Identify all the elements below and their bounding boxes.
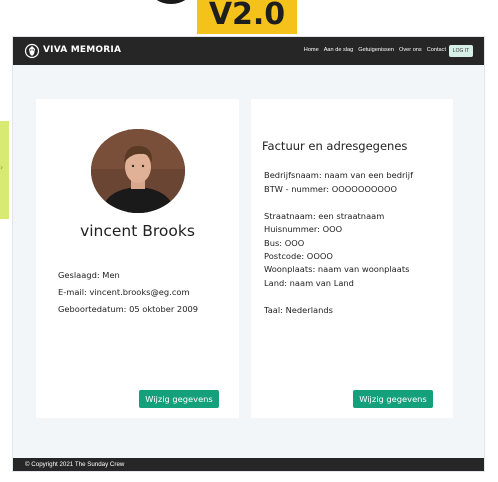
city-field: Woonplaats: naam van woonplaats	[264, 264, 410, 274]
brand-name[interactable]: VIVA MEMORIA	[43, 45, 121, 55]
lion-logo-icon	[24, 43, 40, 59]
profile-card: vincent Brooks Geslaagd: Men E-mail: vin…	[36, 99, 239, 418]
email-field: E-mail: vincent.brooks@eg.com	[58, 287, 190, 297]
navbar: VIVA MEMORIA Home Aan de slag Getuigenis…	[13, 37, 484, 65]
nav-link-home[interactable]: Home	[304, 47, 319, 53]
edit-profile-button[interactable]: Wijzig gegevens	[139, 390, 219, 408]
nav-link-aan-de-slag[interactable]: Aan de slag	[324, 47, 354, 53]
copyright-text: © Copyright 2021 The Sunday Crew	[25, 461, 125, 468]
avatar	[91, 129, 185, 213]
postcode-field: Postcode: OOOO	[264, 251, 333, 261]
language-field: Taal: Nederlands	[264, 305, 333, 315]
logout-button[interactable]: LOG IT	[449, 45, 473, 57]
nav-link-getuigenissen[interactable]: Getuigenissen	[358, 47, 394, 53]
nav-links: Home Aan de slag Getuigenissen Over ons …	[304, 47, 446, 53]
nav-link-contact[interactable]: Contact	[427, 47, 446, 53]
vat-field: BTW - nummer: OOOOOOOOOO	[264, 184, 398, 194]
street-field: Straatnaam: een straatnaam	[264, 211, 385, 221]
app-window: VIVA MEMORIA Home Aan de slag Getuigenis…	[12, 36, 485, 472]
footer: © Copyright 2021 The Sunday Crew	[13, 458, 484, 471]
bus-field: Bus: OOO	[264, 238, 305, 248]
billing-title: Factuur en adresgegenes	[262, 139, 408, 153]
gender-field: Geslaagd: Men	[58, 270, 120, 280]
birthdate-field: Geboortedatum: 05 oktober 2009	[58, 304, 199, 314]
company-field: Bedrijfsnaam: naam van een bedrijf	[264, 170, 413, 180]
country-field: Land: naam van Land	[264, 278, 354, 288]
profile-name: vincent Brooks	[80, 222, 195, 240]
house-number-field: Huisnummer: OOO	[264, 224, 343, 234]
decorative-circle	[150, 0, 192, 4]
nav-link-over-ons[interactable]: Over ons	[399, 47, 422, 53]
edit-billing-button[interactable]: Wijzig gegevens	[353, 390, 433, 408]
side-tab-arrow-icon: ›	[0, 163, 4, 172]
avatar-photo	[91, 129, 185, 213]
billing-card: Factuur en adresgegenes Bedrijfsnaam: na…	[251, 99, 453, 418]
version-badge: V2.0	[197, 0, 297, 34]
